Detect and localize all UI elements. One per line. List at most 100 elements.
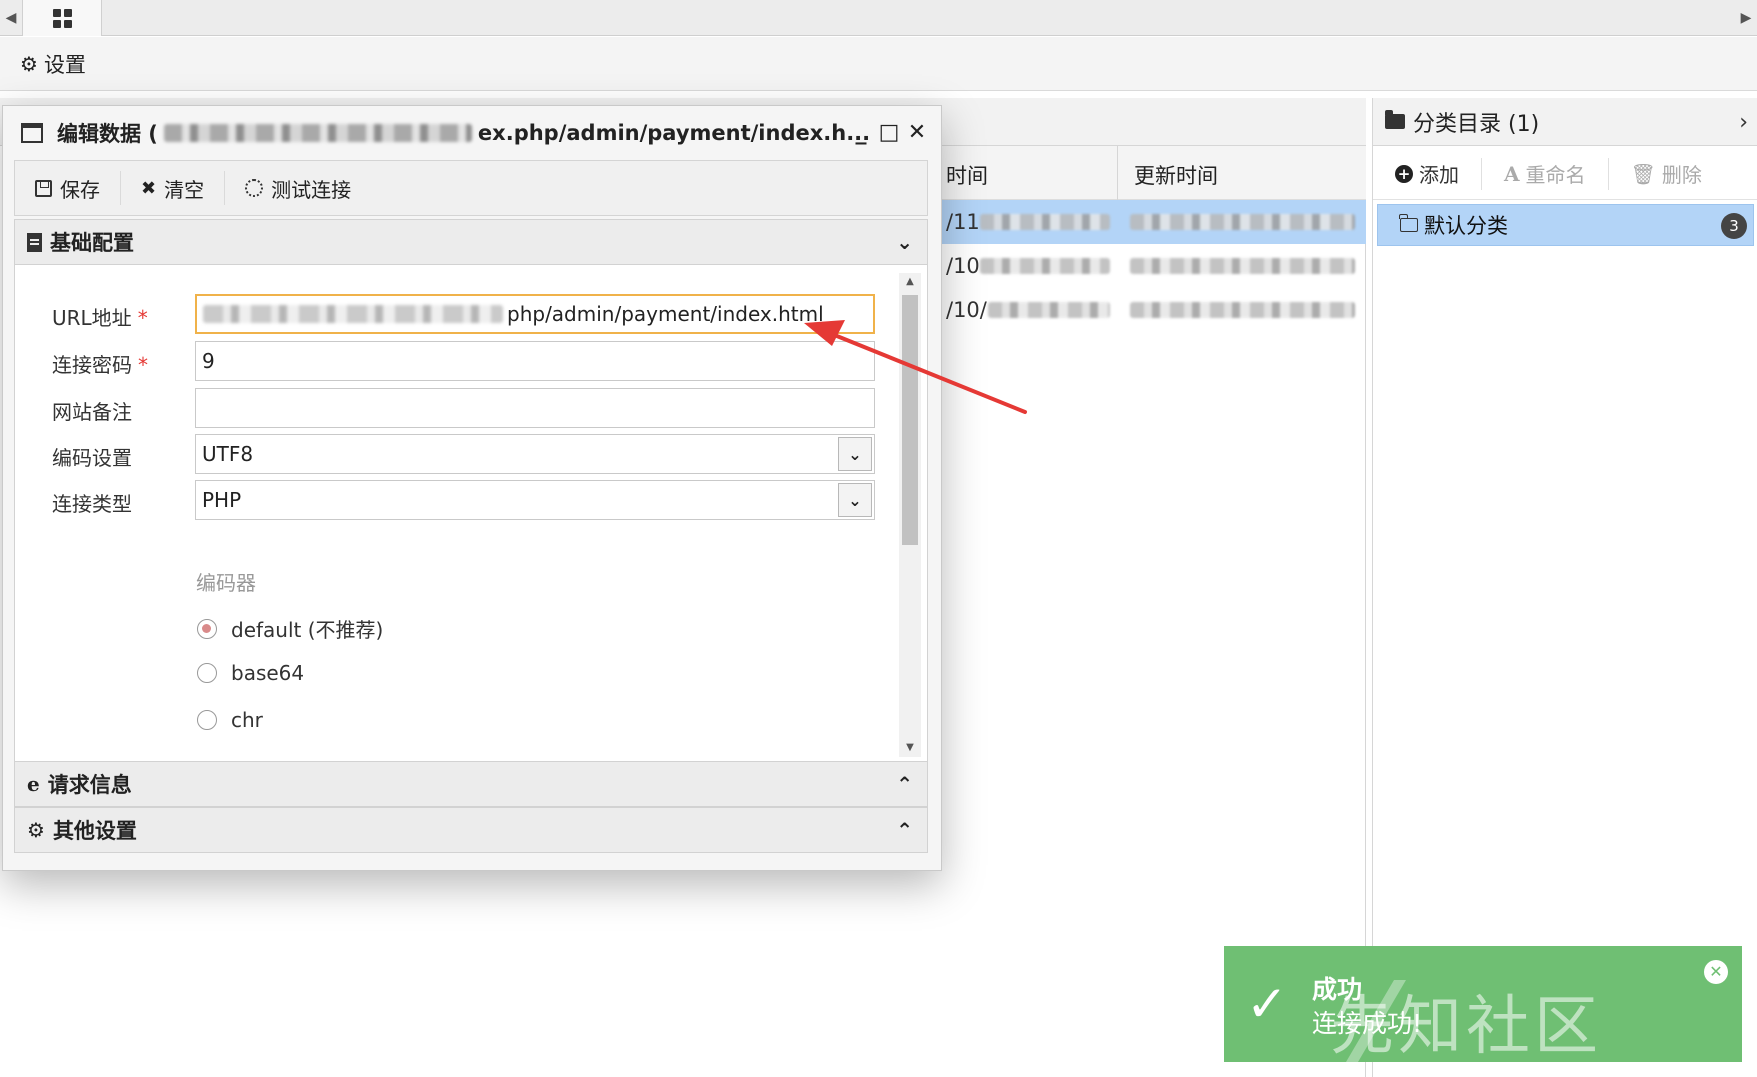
section-basic-label: 基础配置 (50, 231, 134, 255)
tab-scroll-left-icon[interactable]: ◀ (0, 0, 22, 36)
blurred-cell (1130, 258, 1355, 274)
rename-category-button[interactable]: A 重命名 (1482, 157, 1609, 190)
section-basic-config[interactable]: 基础配置 ⌄ (14, 219, 928, 265)
connection-type-label: 连接类型 (52, 492, 132, 516)
connection-type-select[interactable]: PHP ⌄ (195, 480, 875, 520)
chevron-right-icon[interactable]: › (1739, 110, 1748, 135)
dialog-toolbar: 保存 ✖ 清空 测试连接 (14, 160, 928, 216)
add-category-button[interactable]: + 添加 (1373, 157, 1482, 190)
window-icon (21, 123, 43, 143)
blurred-cell (1130, 302, 1355, 318)
encoder-label: 编码器 (196, 571, 256, 595)
gears-icon: ⚙ (27, 818, 45, 842)
save-icon (35, 179, 52, 197)
category-item-default[interactable]: 默认分类 3 (1377, 204, 1754, 246)
column-header-time[interactable]: 时间 (946, 160, 988, 190)
font-icon: A (1504, 161, 1520, 186)
plus-circle-icon: + (1395, 164, 1413, 183)
form-scrollbar[interactable]: ▲ ▼ (899, 273, 921, 757)
password-label: 连接密码 * (52, 353, 148, 377)
save-button[interactable]: 保存 (15, 171, 121, 205)
radio-icon[interactable] (197, 710, 217, 730)
add-category-label: 添加 (1419, 163, 1459, 187)
section-request-label: 请求信息 (47, 773, 132, 797)
radio-checked-icon[interactable] (197, 618, 217, 639)
test-connection-button[interactable]: 测试连接 (225, 171, 371, 205)
url-input[interactable]: php/admin/payment/index.html (195, 294, 875, 334)
clear-label: 清空 (164, 177, 205, 202)
maximize-icon[interactable]: □ (875, 120, 903, 145)
delete-category-button[interactable]: 🗑 删除 (1609, 158, 1724, 190)
encoder-option-label: chr (231, 708, 263, 732)
radio-icon[interactable] (197, 663, 217, 683)
encoding-value: UTF8 (202, 442, 254, 466)
spinner-icon (245, 179, 264, 197)
table-row[interactable]: /10/ (940, 288, 1366, 332)
toast-message: 连接成功! (1312, 1009, 1423, 1038)
toast-title: 成功 (1312, 975, 1363, 1004)
category-item-label: 默认分类 (1424, 214, 1508, 238)
table-row[interactable]: /10 (940, 244, 1366, 288)
blurred-cell (988, 302, 1110, 318)
chevron-down-icon[interactable]: ⌄ (838, 437, 872, 471)
tab-scroll-right-icon[interactable]: ▶ (1735, 0, 1757, 36)
connection-type-value: PHP (202, 488, 242, 512)
settings-label: 设置 (43, 52, 86, 77)
clear-button[interactable]: ✖ 清空 (121, 171, 226, 205)
category-toolbar: + 添加 A 重命名 🗑 删除 (1373, 148, 1757, 200)
home-tab[interactable] (22, 0, 102, 36)
encoding-label: 编码设置 (52, 446, 132, 470)
url-row: URL地址 * php/admin/payment/index.html (15, 294, 895, 334)
scroll-up-icon[interactable]: ▲ (899, 273, 921, 291)
blurred-host (163, 124, 472, 142)
x-icon: ✖ (141, 177, 157, 199)
password-input[interactable]: 9 (195, 341, 875, 381)
row-date: /10/ (946, 298, 987, 322)
section-other-settings[interactable]: ⚙ 其他设置 ⌃ (14, 807, 928, 853)
category-panel: 分类目录 (1) › + 添加 A 重命名 🗑 删除 默认分类 3 (1372, 98, 1757, 1077)
encoding-select[interactable]: UTF8 ⌄ (195, 434, 875, 474)
close-icon[interactable]: ✕ (1704, 960, 1728, 984)
chevron-down-icon[interactable]: ⌄ (838, 483, 872, 517)
trash-icon: 🗑 (1630, 161, 1656, 186)
save-label: 保存 (60, 177, 100, 202)
scroll-down-icon[interactable]: ▼ (899, 739, 921, 757)
dialog-titlebar[interactable]: 编辑数据 ( ex.php/admin/payment/index.h... _… (3, 106, 941, 160)
scrollbar-thumb[interactable] (902, 295, 918, 545)
encoder-option-default[interactable]: default (不推荐) (197, 614, 383, 643)
connection-type-row: 连接类型 PHP ⌄ (15, 480, 895, 520)
close-icon[interactable]: ✕ (903, 120, 931, 145)
gear-icon: ⚙ (20, 51, 38, 76)
basic-config-form: URL地址 * php/admin/payment/index.html 连接密码… (14, 265, 928, 761)
blurred-cell (980, 258, 1110, 274)
minimize-icon[interactable]: _ (847, 120, 875, 145)
category-count-badge: 3 (1721, 213, 1747, 239)
note-row: 网站备注 (15, 388, 895, 428)
table-row[interactable]: /11 (940, 200, 1366, 244)
encoder-option-base64[interactable]: base64 (197, 661, 304, 685)
checkmark-icon: ✓ (1246, 975, 1288, 1033)
password-row: 连接密码 * 9 (15, 341, 895, 381)
delete-category-label: 删除 (1661, 163, 1702, 187)
section-request-info[interactable]: e 请求信息 ⌃ (14, 761, 928, 807)
blurred-cell (980, 214, 1110, 230)
test-connection-label: 测试连接 (271, 177, 352, 202)
encoding-row: 编码设置 UTF8 ⌄ (15, 434, 895, 474)
column-separator[interactable] (1117, 146, 1118, 200)
column-header-update-time[interactable]: 更新时间 (1134, 160, 1218, 190)
edit-data-dialog: 编辑数据 ( ex.php/admin/payment/index.h... _… (2, 105, 942, 871)
url-label: URL地址 * (52, 306, 148, 330)
dialog-title-suffix: ex.php/admin/payment/index.h... (477, 121, 871, 145)
encoder-option-label: default (不推荐) (231, 618, 384, 642)
row-date: /11 (946, 210, 980, 234)
document-icon (27, 232, 42, 252)
folder-open-icon (1399, 214, 1418, 232)
note-input[interactable] (195, 388, 875, 428)
url-value: php/admin/payment/index.html (507, 302, 824, 326)
section-other-label: 其他设置 (52, 819, 137, 843)
ie-icon: e (27, 772, 40, 796)
encoder-option-chr[interactable]: chr (197, 708, 263, 732)
settings-menu[interactable]: ⚙ 设置 (0, 37, 1757, 91)
dialog-title-prefix: 编辑数据 ( (57, 122, 158, 146)
grid-icon (52, 8, 72, 28)
